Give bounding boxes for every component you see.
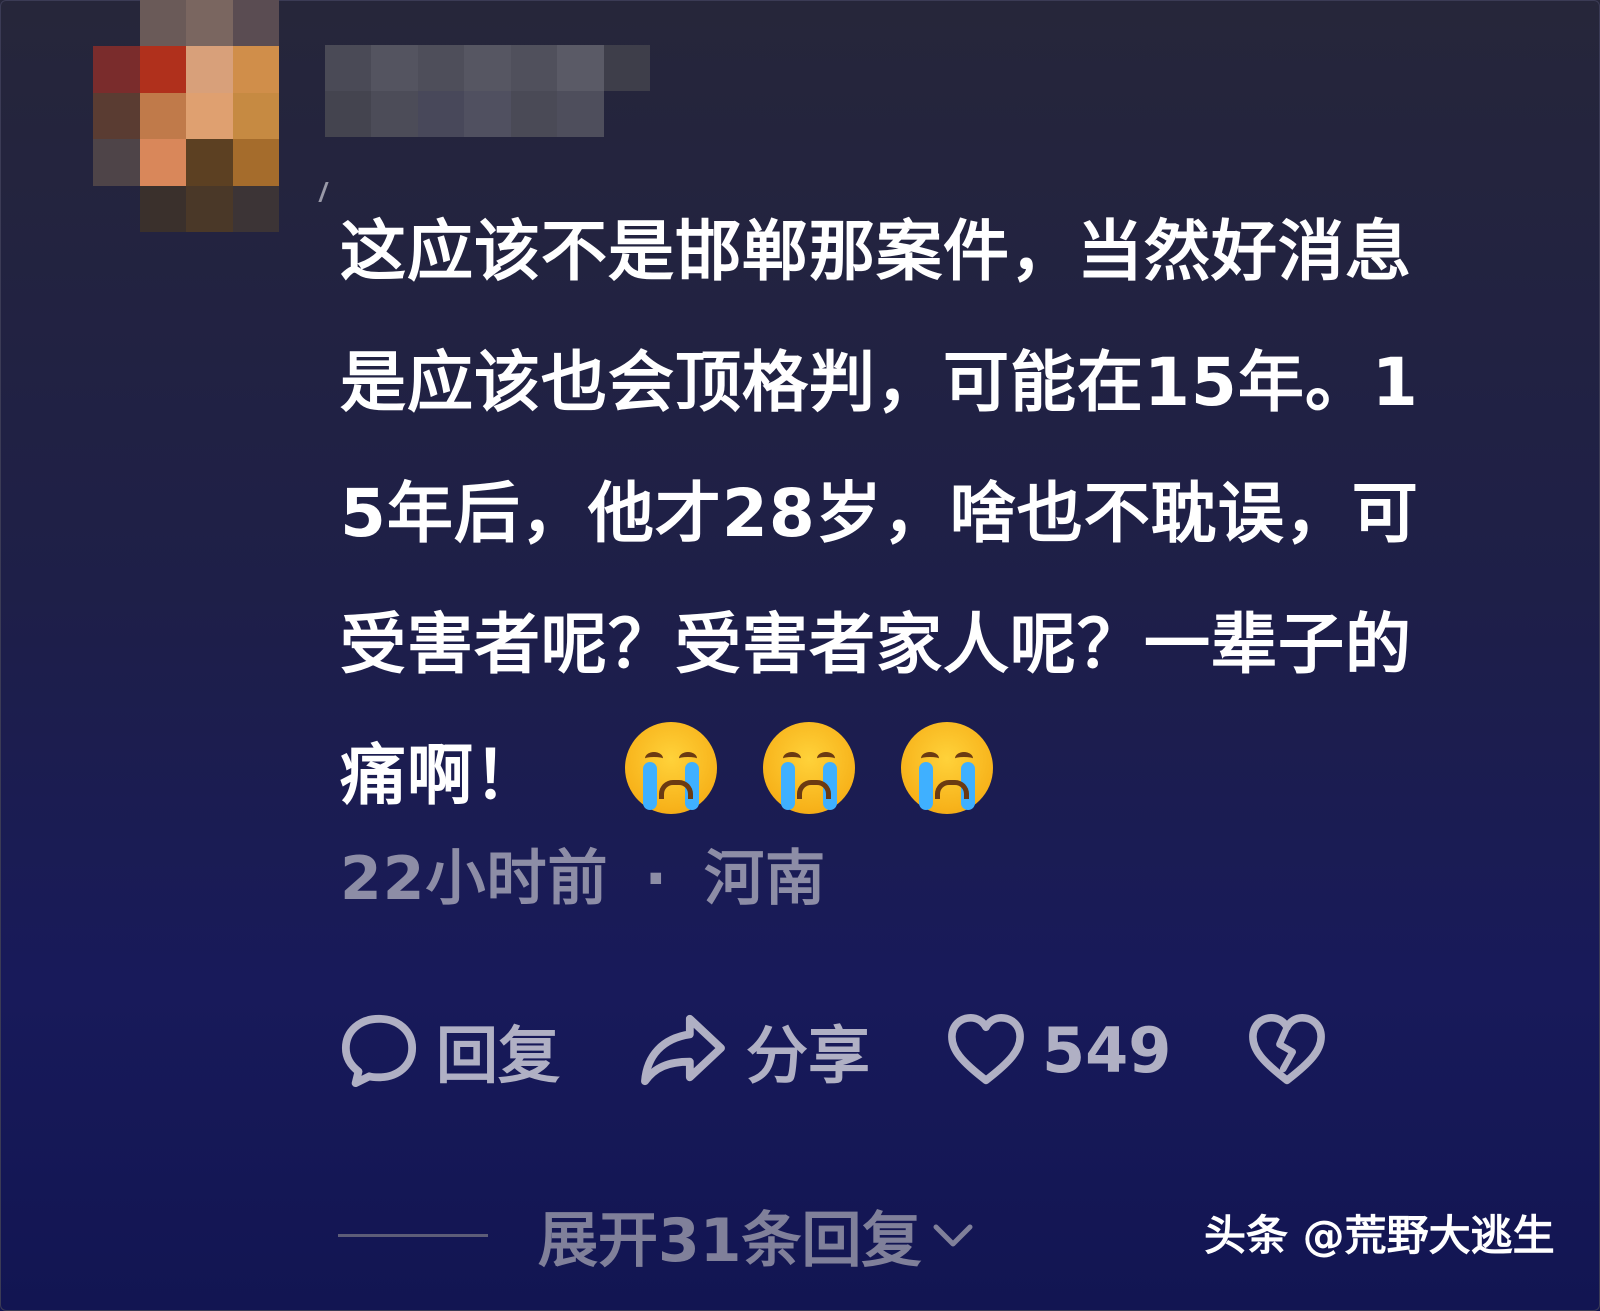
- reply-label: 回复: [436, 1019, 561, 1092]
- comment-meta: 22小时前 · 河南: [340, 830, 826, 917]
- comment-time: 22小时前: [340, 844, 609, 914]
- quote-mark: [318, 182, 335, 202]
- dislike-button[interactable]: [1249, 1014, 1326, 1086]
- like-button[interactable]: 549: [948, 1014, 1171, 1087]
- comment-location: 河南: [704, 844, 827, 914]
- crying-face-emoji-icon: [762, 721, 855, 814]
- expand-replies-label: 展开31条回复: [538, 1206, 922, 1276]
- comment-line: 受害者呢？受害者家人呢？一辈子的: [340, 606, 1412, 683]
- speech-bubble-icon: [341, 1014, 417, 1088]
- expand-divider: [338, 1234, 488, 1237]
- username-blurred[interactable]: [325, 45, 650, 137]
- reply-button[interactable]: 回复: [340, 1005, 560, 1095]
- comment-body: 这应该不是邯郸那案件，当然好消息 是应该也会顶格判，可能在15年。1 5年后，他…: [340, 186, 1570, 841]
- comment-line: 这应该不是邯郸那案件，当然好消息: [340, 213, 1412, 290]
- meta-separator: ·: [644, 844, 669, 914]
- heart-icon: [948, 1014, 1024, 1085]
- chevron-down-icon: [933, 1224, 972, 1246]
- action-bar: 回复 分享 549: [340, 1005, 1403, 1095]
- share-label: 分享: [746, 1019, 871, 1092]
- emoji-row: [624, 721, 993, 814]
- comment-last-line: 痛啊！: [340, 710, 1570, 841]
- comment-line: 痛啊！: [340, 737, 541, 814]
- watermark: 头条 @荒野大逃生: [1204, 1211, 1555, 1260]
- crying-face-emoji-icon: [624, 721, 717, 814]
- share-button[interactable]: 分享: [638, 1005, 870, 1095]
- like-count: 549: [1042, 1013, 1172, 1087]
- comment-line: 是应该也会顶格判，可能在15年。1: [340, 344, 1419, 421]
- crying-face-emoji-icon: [900, 721, 993, 814]
- expand-replies[interactable]: 展开31条回复: [338, 1192, 976, 1279]
- avatar[interactable]: [93, 0, 279, 232]
- comment-line: 5年后，他才28岁，啥也不耽误，可: [340, 475, 1419, 552]
- broken-heart-icon: [1249, 1014, 1326, 1085]
- share-arrow-icon: [641, 1014, 725, 1086]
